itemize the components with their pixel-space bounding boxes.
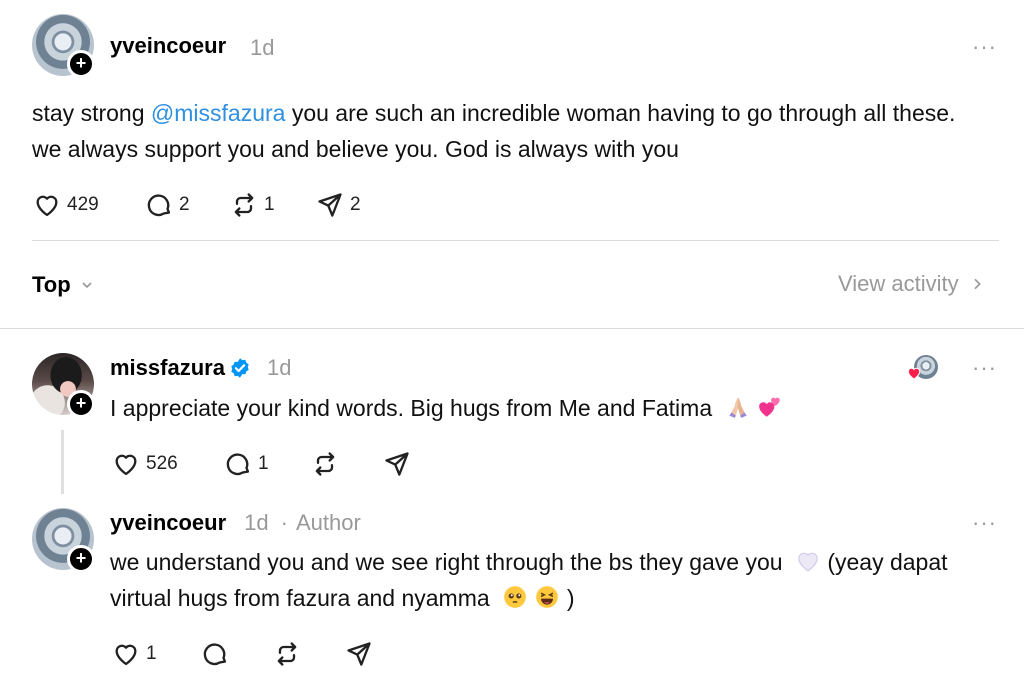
white-heart-icon	[798, 552, 818, 572]
more-icon[interactable]: ···	[972, 510, 997, 536]
post-text-start: stay strong	[32, 100, 151, 126]
folded-hands-icon	[728, 397, 747, 418]
verified-icon	[231, 358, 249, 378]
like-button[interactable]: 526	[112, 450, 178, 478]
mention-link[interactable]: @missfazura	[151, 100, 286, 126]
chevron-down-icon	[82, 282, 92, 289]
reply-text: we understand you and we see right throu…	[110, 544, 970, 616]
reply-header: missfazura 1d	[110, 355, 291, 381]
follow-plus-icon[interactable]: +	[67, 390, 95, 418]
follow-plus-icon[interactable]: +	[67, 545, 95, 573]
share-count: 2	[350, 194, 361, 215]
reply-time: 1d	[244, 510, 269, 535]
repost-icon	[277, 642, 297, 666]
view-activity-label: View activity	[838, 271, 959, 296]
reply-count: 1	[258, 453, 269, 474]
reply-button[interactable]: 2	[145, 191, 190, 219]
reply-text: I appreciate your kind words. Big hugs f…	[110, 390, 970, 426]
reply-username[interactable]: missfazura	[110, 355, 225, 381]
reply-username[interactable]: yveincoeur	[110, 510, 226, 536]
divider	[32, 240, 999, 241]
share-icon	[318, 193, 342, 217]
heart-icon	[115, 644, 137, 666]
reply-header: yveincoeur 1d · Author	[110, 510, 361, 536]
repost-count: 1	[264, 194, 275, 215]
repost-icon	[234, 193, 254, 217]
heart-icon	[36, 195, 58, 217]
follow-plus-icon[interactable]: +	[67, 50, 95, 78]
reply-time: 1d	[266, 355, 292, 380]
author-separator: ·	[280, 510, 288, 535]
comment-icon	[203, 643, 227, 666]
grinning-squinting-face-icon	[536, 586, 559, 608]
comment-icon	[226, 453, 250, 476]
pleading-face-icon	[504, 586, 526, 608]
section-divider	[0, 328, 1024, 329]
reply-text-part-1: we understand you and we see right throu…	[110, 549, 783, 575]
heart-icon	[907, 367, 921, 380]
reply-text-part-3: )	[560, 585, 575, 611]
author-liked-indicator	[906, 355, 940, 381]
share-button[interactable]	[345, 640, 373, 668]
reply-count: 2	[179, 194, 190, 215]
post-text: stay strong @missfazura you are such an …	[32, 95, 972, 167]
like-button[interactable]: 1	[112, 640, 157, 668]
share-button[interactable]	[383, 450, 411, 478]
thread-line	[61, 430, 64, 494]
reply-button[interactable]: 1	[224, 450, 269, 478]
share-button[interactable]: 2	[316, 191, 361, 219]
share-icon	[347, 642, 371, 666]
repost-button[interactable]	[311, 450, 339, 478]
sort-dropdown[interactable]: Top	[32, 272, 95, 298]
more-icon[interactable]: ···	[972, 355, 997, 381]
like-button[interactable]: 429	[33, 191, 99, 219]
repost-icon	[315, 452, 335, 476]
repost-button[interactable]: 1	[230, 191, 275, 219]
more-icon[interactable]: ···	[972, 34, 997, 60]
post-time: 1d	[250, 35, 275, 60]
reply-text-content: I appreciate your kind words. Big hugs f…	[110, 395, 713, 421]
like-count: 526	[146, 453, 178, 474]
post-username[interactable]: yveincoeur	[110, 33, 226, 59]
like-count: 429	[67, 194, 99, 215]
reply-button[interactable]	[201, 640, 229, 668]
like-count: 1	[146, 643, 157, 664]
two-hearts-icon	[759, 397, 780, 417]
repost-button[interactable]	[273, 640, 301, 668]
sort-label: Top	[32, 272, 71, 297]
view-activity-link[interactable]: View activity	[838, 271, 985, 297]
heart-icon	[115, 454, 137, 476]
share-icon	[385, 452, 409, 476]
author-label: Author	[295, 510, 361, 535]
comment-icon	[147, 194, 171, 217]
chevron-right-icon	[974, 278, 981, 290]
